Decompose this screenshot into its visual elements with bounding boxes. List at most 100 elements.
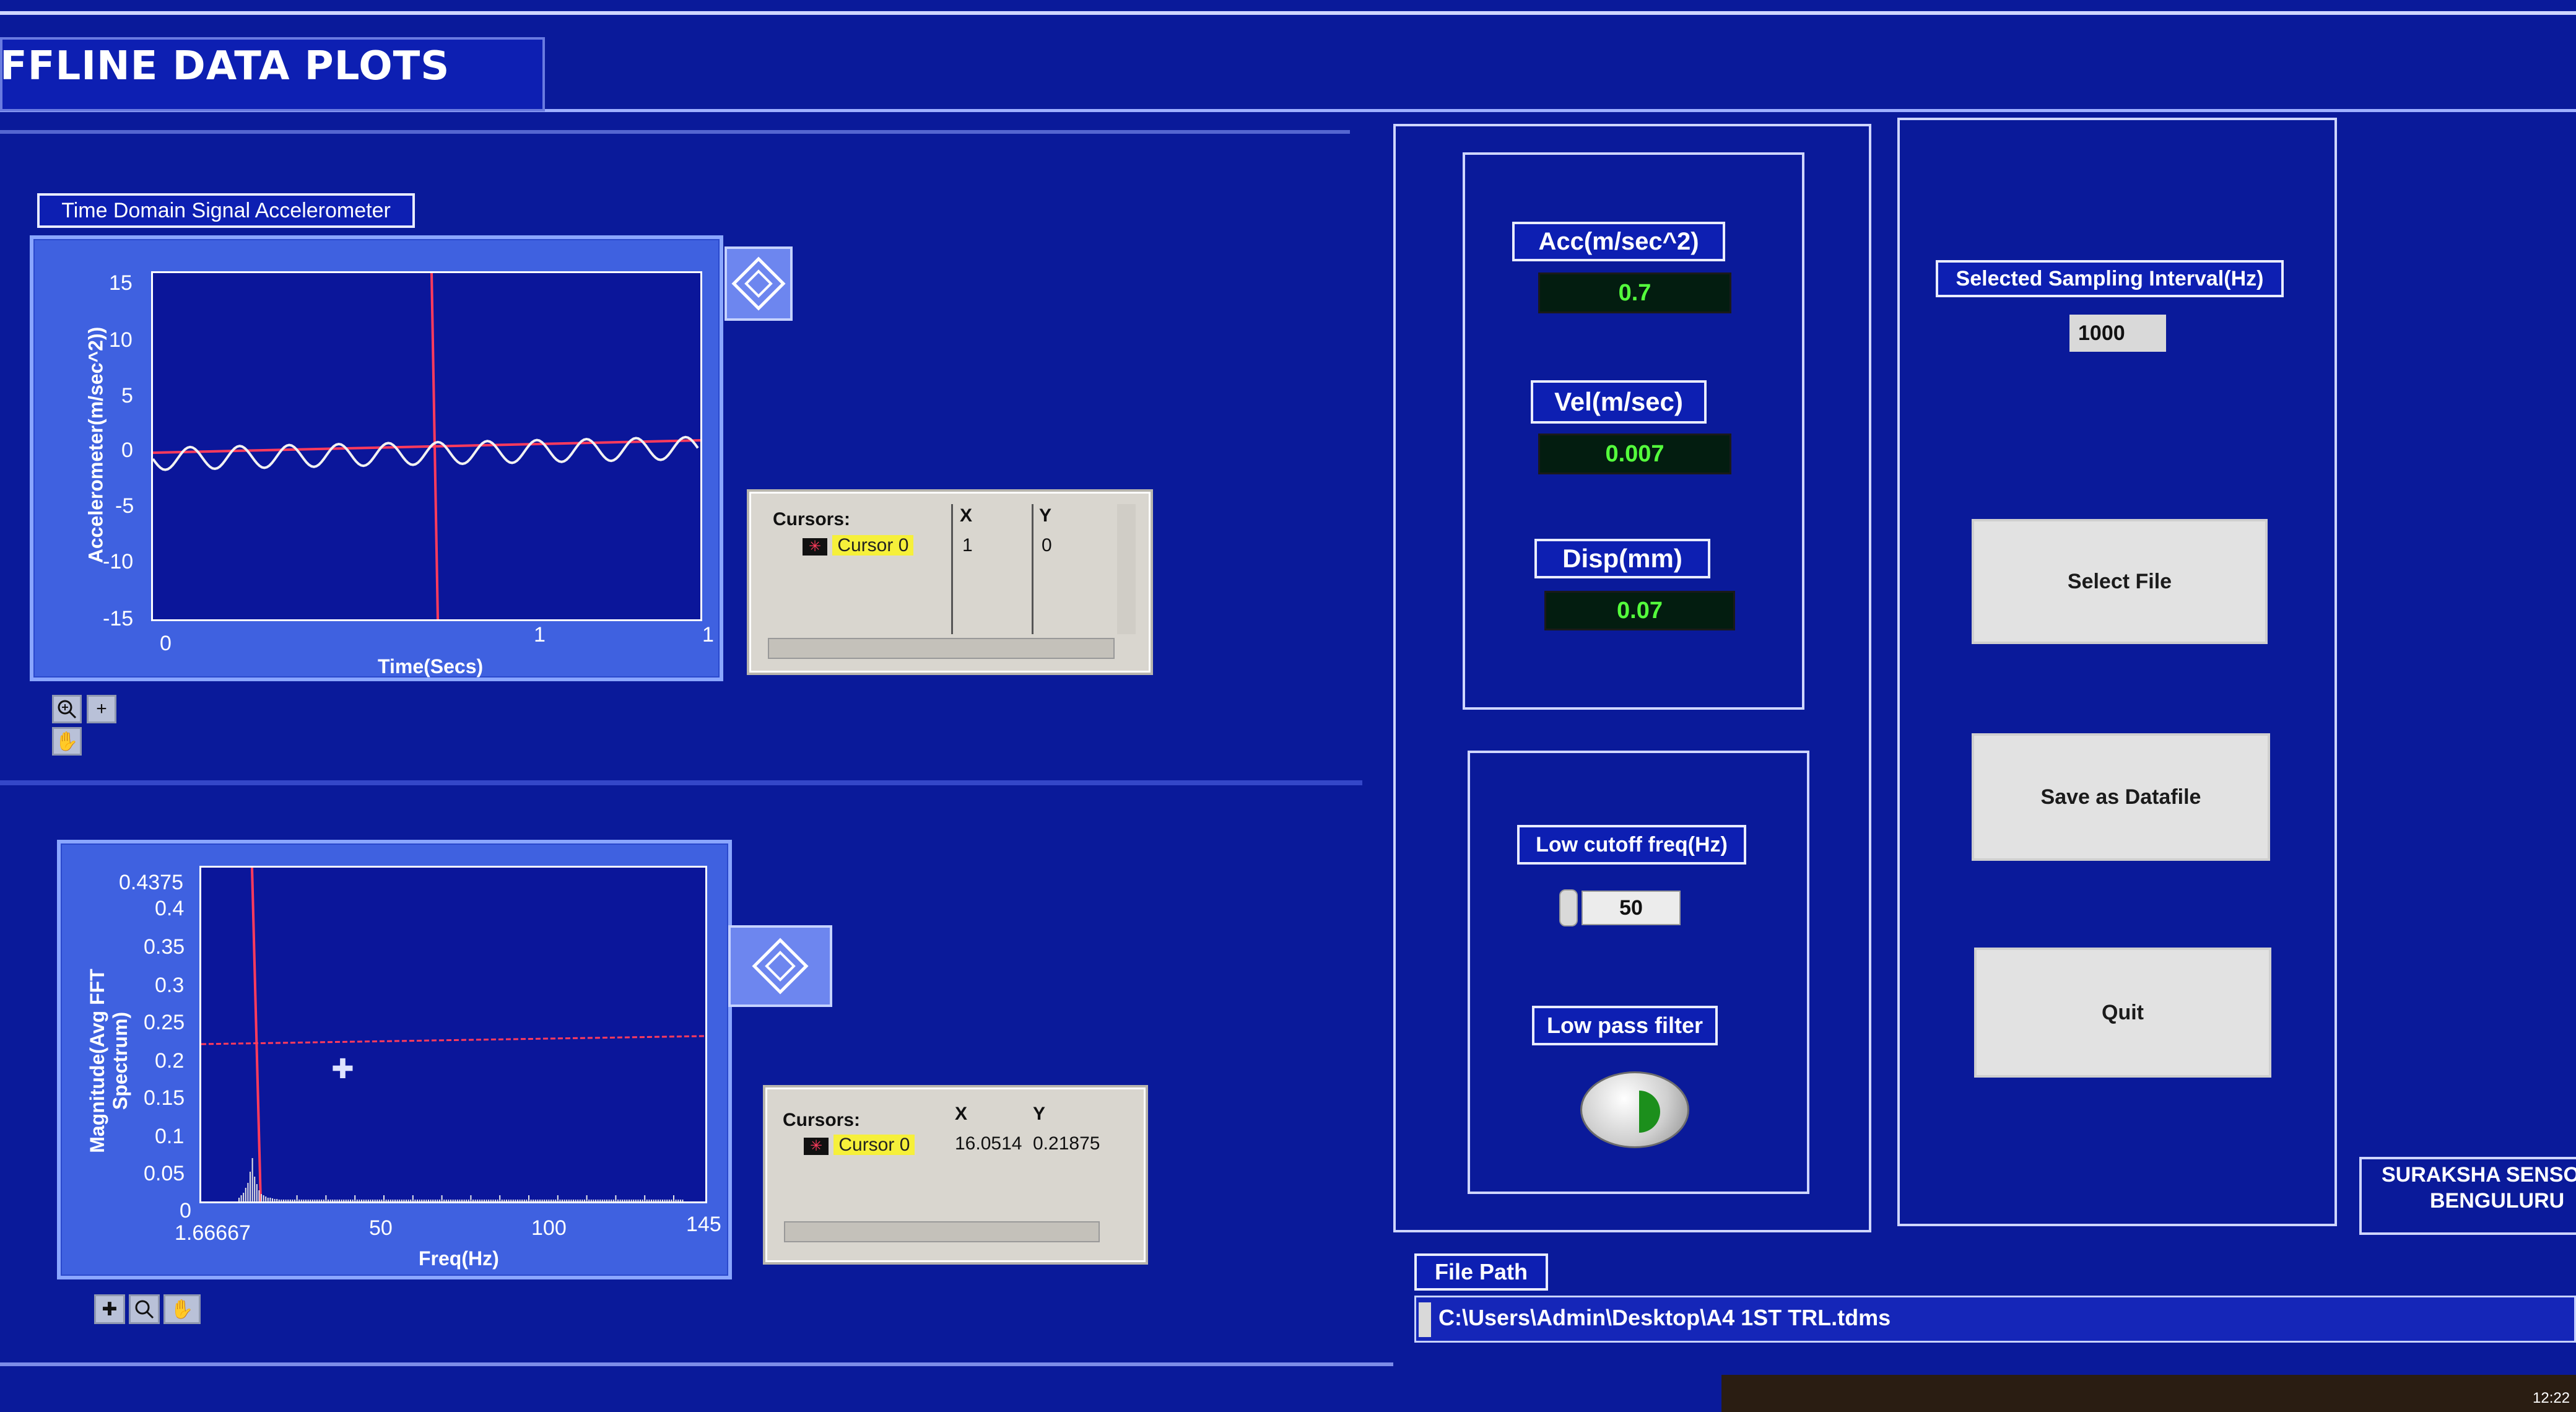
fft-pan-tool-button[interactable]: ✋ [163, 1294, 201, 1324]
pan-tool-button[interactable]: ✋ [52, 727, 82, 756]
fft-zoom-tool-button[interactable] [129, 1294, 160, 1324]
time-ytick: 15 [109, 271, 133, 295]
fft-spectrum-bar [472, 1200, 474, 1201]
fft-spectrum-bar [430, 1200, 432, 1201]
fft-spectrum-bar [452, 1200, 454, 1201]
time-plot-area[interactable] [151, 271, 702, 621]
time-cursor-legend[interactable]: Cursors: X Y ✳ Cursor 0 1 0 [747, 489, 1153, 675]
fft-spectrum-bar [396, 1200, 398, 1201]
file-path-dropdown-icon[interactable] [1419, 1302, 1431, 1337]
fft-spectrum-bar [550, 1200, 552, 1201]
fft-spectrum-bar [510, 1200, 512, 1201]
fft-ytick: 0.25 [144, 1011, 185, 1034]
file-path-label: File Path [1414, 1253, 1548, 1291]
fft-spectrum-bar [243, 1193, 245, 1201]
fft-spectrum-bar [341, 1200, 342, 1201]
fft-spectrum-bar [675, 1200, 677, 1201]
fft-spectrum-bar [523, 1200, 525, 1201]
save-datafile-button[interactable]: Save as Datafile [1972, 733, 2270, 861]
diamond-arrows-icon [752, 938, 809, 995]
fft-spectrum-bar [345, 1200, 347, 1201]
cursor-legend-hscroll[interactable] [784, 1221, 1100, 1242]
fft-spectrum-bar [343, 1200, 345, 1201]
fft-spectrum-bar [370, 1200, 372, 1201]
fft-spectrum-bar [570, 1200, 572, 1201]
cursor-legend-row[interactable]: ✳ Cursor 0 [803, 535, 914, 556]
fft-spectrum-bar [250, 1172, 251, 1201]
fft-spectrum-bar [310, 1200, 311, 1201]
cursor-legend-header: Cursors: [783, 1110, 861, 1130]
fft-spectrum-bar [283, 1200, 284, 1201]
fft-plot-area[interactable]: ✚ [199, 866, 707, 1203]
cursor-tool-button[interactable]: + [87, 695, 116, 723]
play-indicator-icon [1639, 1091, 1660, 1133]
zoom-tool-button[interactable] [52, 695, 82, 723]
fft-spectrum-bar [314, 1200, 316, 1201]
fft-spectrum-bar [325, 1195, 327, 1201]
fft-spectrum-bar [328, 1200, 329, 1201]
fft-spectrum-bar [448, 1200, 450, 1201]
fft-spectrum-bar [434, 1200, 436, 1201]
fft-spectrum-bar [664, 1200, 666, 1201]
select-file-button[interactable]: Select File [1972, 519, 2268, 644]
fft-spectrum-bar [256, 1184, 258, 1201]
fft-spectrum-bar [512, 1200, 514, 1201]
fft-spectrum-bar [599, 1200, 601, 1201]
file-path-field[interactable]: C:\Users\Admin\Desktop\A4 1ST TRL.tdms [1414, 1296, 2576, 1343]
cursor-legend-vscroll[interactable] [1117, 504, 1136, 634]
fft-spectrum-bar [604, 1200, 606, 1201]
fft-spectrum-bar [336, 1200, 338, 1201]
fft-ytick: 0.4375 [119, 871, 183, 894]
fft-spectrum-bar [477, 1200, 479, 1201]
fft-spectrum-bar [626, 1200, 628, 1201]
fft-spectrum-bar [615, 1195, 617, 1201]
fft-spectrum-bar [254, 1177, 256, 1201]
fft-spectrum-bar [492, 1200, 494, 1201]
fft-cursor-tool-button[interactable]: ✚ [94, 1294, 125, 1324]
fft-spectrum-bar [499, 1195, 501, 1201]
fft-spectrum-bar [657, 1200, 659, 1201]
fft-spectrum-bar [528, 1195, 529, 1201]
fft-spectrum-bar [323, 1200, 324, 1201]
cursor-name: Cursor 0 [832, 535, 914, 556]
time-plot-xlabel: Time(Secs) [378, 655, 484, 678]
fft-spectrum-bar [468, 1200, 469, 1201]
fft-spectrum-bar [421, 1200, 423, 1201]
cutoff-input[interactable]: 50 [1582, 891, 1681, 925]
fft-spectrum-bar [466, 1200, 468, 1201]
fft-spectrum-bar [439, 1200, 440, 1201]
fft-spectrum-bar [276, 1199, 278, 1201]
fft-spectrum-bar [611, 1200, 612, 1201]
cursor-legend-row[interactable]: ✳ Cursor 0 [804, 1135, 915, 1156]
fft-spectrum-bar [608, 1200, 610, 1201]
fft-spectrum-bar [432, 1200, 434, 1201]
fft-plot-ylabel: Magnitude(Avg FFT Spectrum) [86, 969, 131, 1153]
fft-spectrum-bar [537, 1200, 539, 1201]
fft-spectrum-bar [423, 1200, 425, 1201]
quit-button[interactable]: Quit [1974, 948, 2271, 1078]
lowpass-toggle[interactable] [1580, 1071, 1689, 1148]
fft-spectrum-bar [410, 1200, 412, 1201]
fft-spectrum-bar [559, 1200, 561, 1201]
cursor-legend-hscroll[interactable] [768, 638, 1115, 659]
zoom-icon [58, 700, 77, 719]
fft-spectrum-bar [240, 1195, 242, 1201]
time-xtick: 1 [534, 623, 546, 647]
fft-plot-cursor-mover[interactable] [728, 925, 832, 1007]
fft-spectrum-bar [294, 1200, 295, 1201]
fft-spectrum-bar [350, 1200, 351, 1201]
cutoff-stepper[interactable] [1559, 889, 1578, 926]
fft-cursor-legend[interactable]: Cursors: X Y ✳ Cursor 0 16.0514 0.21875 [763, 1085, 1148, 1265]
fft-spectrum-bar [597, 1200, 599, 1201]
acc-label: Acc(m/sec^2) [1512, 222, 1725, 261]
fft-spectrum-bar [485, 1200, 487, 1201]
crosshair-icon: ✚ [102, 1299, 118, 1320]
time-plot-cursor-mover[interactable] [724, 246, 793, 321]
page-title: FFLINE DATA PLOTS [0, 43, 450, 89]
fft-spectrum-bar [459, 1200, 461, 1201]
fft-ytick: 0.1 [155, 1125, 185, 1148]
left-section-top-divider [0, 130, 1350, 134]
fft-spectrum-bar [533, 1200, 534, 1201]
fft-spectrum-bar [389, 1200, 391, 1201]
time-xtick: 0 [160, 632, 172, 655]
